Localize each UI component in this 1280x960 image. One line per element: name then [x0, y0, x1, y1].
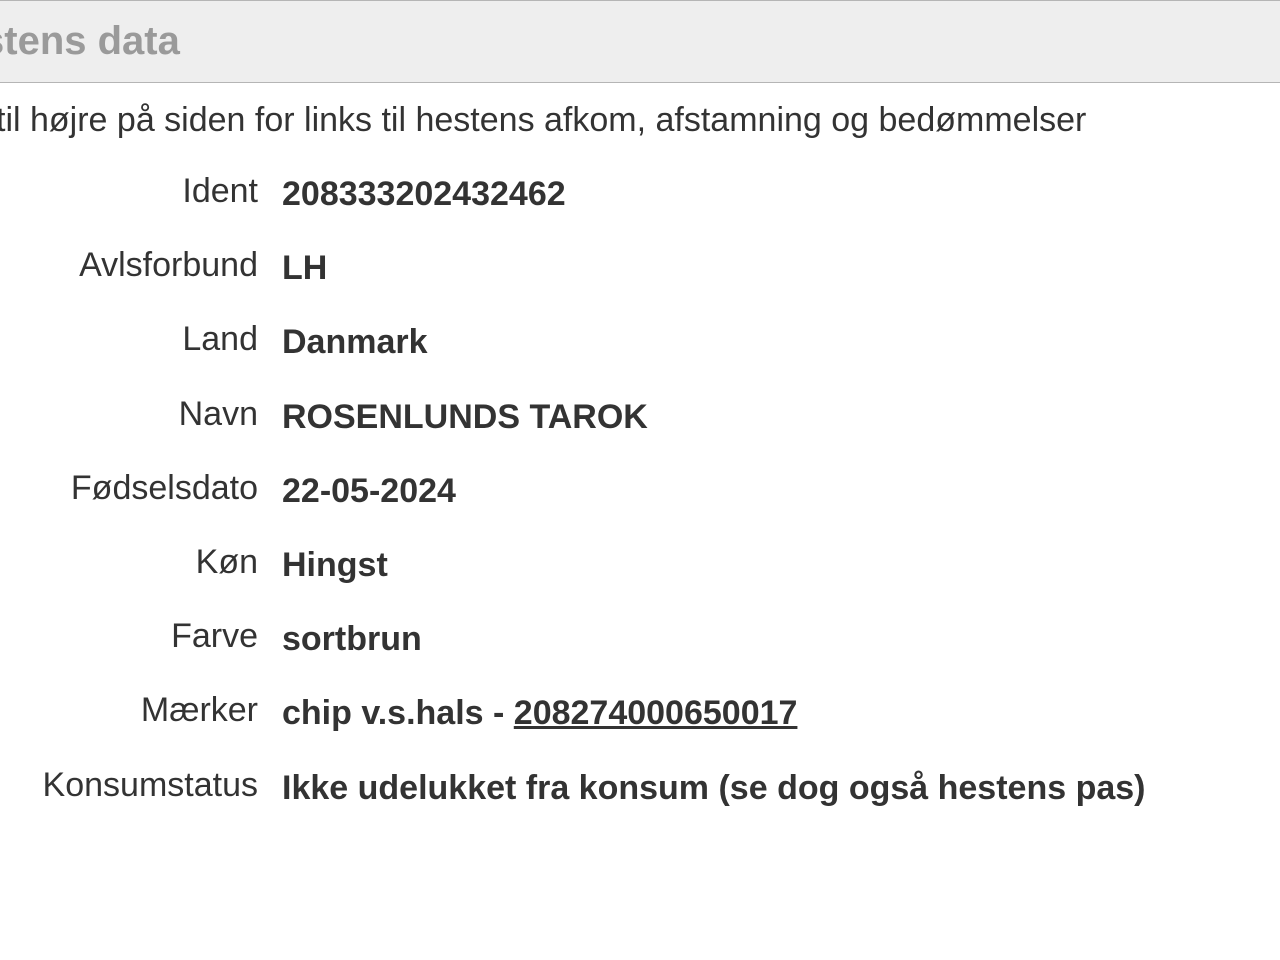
value-ident: 208333202432462 [258, 172, 566, 216]
label-kon: Køn [0, 543, 258, 582]
label-maerker: Mærker [0, 691, 258, 730]
row-kon: Køn Hingst [0, 543, 1280, 587]
row-farve: Farve sortbrun [0, 617, 1280, 661]
chip-link[interactable]: 208274000650017 [514, 694, 798, 732]
value-konsumstatus: Ikke udelukket fra konsum (se dog også h… [258, 766, 1145, 810]
horse-data-table: Ident 208333202432462 Avlsforbund LH Lan… [0, 172, 1280, 810]
value-avlsforbund: LH [258, 246, 327, 290]
row-ident: Ident 208333202432462 [0, 172, 1280, 216]
label-land: Land [0, 320, 258, 359]
label-avlsforbund: Avlsforbund [0, 246, 258, 285]
value-farve: sortbrun [258, 617, 422, 661]
value-fodselsdato: 22-05-2024 [258, 469, 456, 513]
maerker-prefix: chip v.s.hals - [282, 694, 514, 732]
row-fodselsdato: Fødselsdato 22-05-2024 [0, 469, 1280, 513]
value-land: Danmark [258, 320, 428, 364]
label-ident: Ident [0, 172, 258, 211]
row-navn: Navn ROSENLUNDS TAROK [0, 395, 1280, 439]
label-fodselsdato: Fødselsdato [0, 469, 258, 508]
value-navn: ROSENLUNDS TAROK [258, 395, 648, 439]
value-kon: Hingst [258, 543, 388, 587]
value-maerker: chip v.s.hals - 208274000650017 [258, 691, 797, 735]
section-header: stens data [0, 0, 1280, 83]
section-title: stens data [0, 19, 1280, 64]
label-navn: Navn [0, 395, 258, 434]
row-konsumstatus: Konsumstatus Ikke udelukket fra konsum (… [0, 766, 1280, 810]
intro-text: til højre på siden for links til hestens… [0, 83, 1280, 150]
row-avlsforbund: Avlsforbund LH [0, 246, 1280, 290]
label-konsumstatus: Konsumstatus [0, 766, 258, 805]
row-maerker: Mærker chip v.s.hals - 208274000650017 [0, 691, 1280, 735]
label-farve: Farve [0, 617, 258, 656]
row-land: Land Danmark [0, 320, 1280, 364]
